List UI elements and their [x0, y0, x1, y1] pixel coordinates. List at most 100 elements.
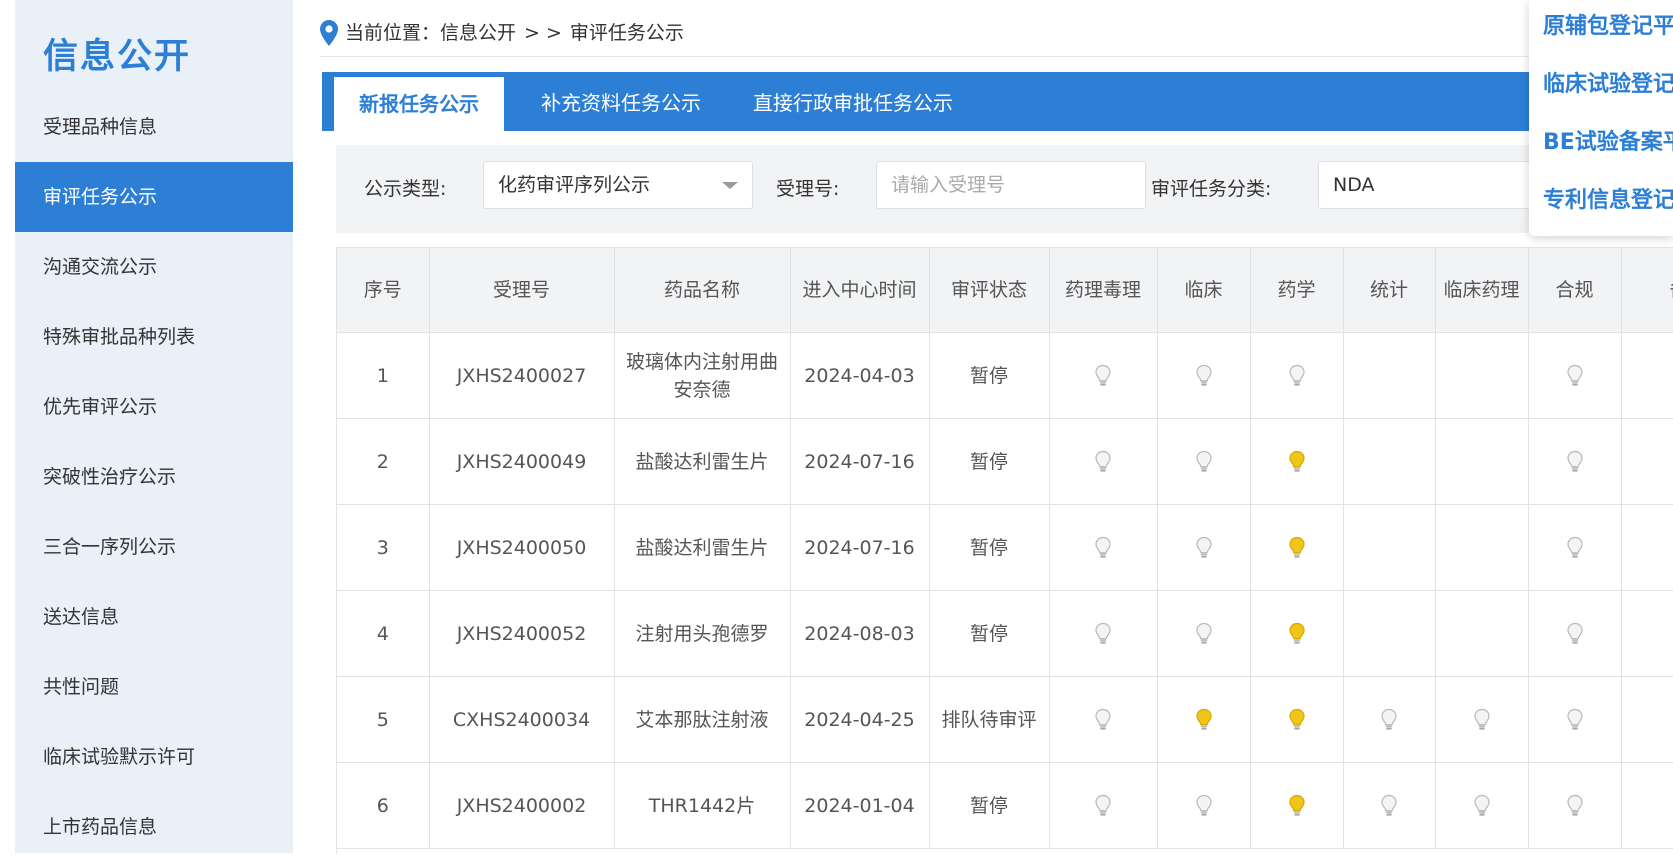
sidebar-item-clinical-trial-permit[interactable]: 临床试验默示许可 — [15, 722, 293, 792]
type-filter-select[interactable]: 化药审评序列公示 — [483, 161, 753, 209]
location-pin-icon — [320, 20, 338, 46]
sidebar-item-delivery-info[interactable]: 送达信息 — [15, 582, 293, 652]
cell-review-indicator — [1343, 676, 1436, 763]
cell-review-indicator — [1049, 590, 1158, 677]
sidebar-item-common-issues[interactable]: 共性问题 — [15, 652, 293, 722]
cell-accept-no: JXHS2400049 — [429, 418, 615, 505]
tab-direct-admin-approval[interactable]: 直接行政审批任务公示 — [738, 72, 968, 131]
cell-accept-no: CXHS2400034 — [429, 676, 615, 763]
sidebar-item-communication[interactable]: 沟通交流公示 — [15, 232, 293, 302]
cell-review-indicator — [1049, 418, 1158, 505]
cell-review-indicator — [1528, 762, 1622, 849]
cell-drug-name: 盐酸达利雷生片 — [614, 418, 791, 505]
cell-status: 暂停 — [929, 332, 1050, 419]
table-row: 1 JXHS2400027 玻璃体内注射用曲安奈德 2024-04-03 暂停 — [337, 332, 1673, 419]
col-header-statistics: 统计 — [1343, 248, 1436, 333]
col-header-accept-no: 受理号 — [429, 248, 615, 333]
breadcrumb-separator: > > — [524, 22, 562, 44]
cell-entry-time: 2024-08-03 — [790, 590, 930, 677]
col-header-pharm-tox: 药理毒理 — [1049, 248, 1158, 333]
breadcrumb-section[interactable]: 信息公开 — [440, 18, 516, 48]
lightbulb-off-icon — [1095, 794, 1111, 816]
table-row: 2 JXHS2400049 盐酸达利雷生片 2024-07-16 暂停 — [337, 418, 1673, 505]
cell-review-indicator — [1435, 332, 1529, 419]
cell-review-indicator — [1435, 590, 1529, 677]
lightbulb-off-icon — [1095, 364, 1111, 386]
lightbulb-off-icon — [1195, 364, 1212, 386]
cell-drug-name: THR1442片 — [614, 762, 791, 849]
table-header-row: 序号 受理号 药品名称 进入中心时间 审评状态 药理毒理 临床 药学 统计 临床… — [337, 248, 1673, 333]
cell-entry-time: 2024-07-16 — [790, 504, 930, 591]
chevron-down-icon — [722, 182, 738, 189]
quick-link-patent-registration[interactable]: 专利信息登记 — [1543, 182, 1673, 214]
accept-no-input[interactable]: 请输入受理号 — [876, 161, 1146, 209]
cell-review-indicator — [1157, 762, 1251, 849]
cell-review-indicator — [1250, 676, 1344, 763]
cell-entry-time: 2024-04-25 — [790, 676, 930, 763]
tab-new-filing[interactable]: 新报任务公示 — [334, 77, 504, 131]
category-filter-value: NDA — [1333, 174, 1375, 196]
cell-review-indicator — [1157, 676, 1251, 763]
cell-entry-time: 2024-01-04 — [790, 762, 930, 849]
cell-remarks — [1621, 332, 1673, 419]
sidebar-item-review-tasks[interactable]: 审评任务公示 — [15, 162, 293, 232]
lightbulb-off-icon — [1288, 364, 1305, 386]
sidebar-item-accepted-varieties[interactable]: 受理品种信息 — [15, 92, 293, 162]
lightbulb-off-icon — [1566, 450, 1583, 472]
col-header-clinical-pharm: 临床药理 — [1435, 248, 1529, 333]
accept-no-label: 受理号: — [776, 178, 840, 200]
lightbulb-off-icon — [1095, 708, 1111, 730]
cell-status: 排队待审评 — [929, 676, 1050, 763]
type-filter-value: 化药审评序列公示 — [498, 174, 651, 196]
lightbulb-on-icon — [1195, 708, 1212, 730]
cell-remarks — [1621, 676, 1673, 763]
lightbulb-off-icon — [1566, 794, 1583, 816]
lightbulb-off-icon — [1566, 708, 1583, 730]
col-header-no: 序号 — [337, 248, 430, 333]
cell-accept-no: JXHS2400052 — [429, 590, 615, 677]
cell-accept-no: JXHS2400002 — [429, 762, 615, 849]
table-row: 4 JXHS2400052 注射用头孢德罗 2024-08-03 暂停 — [337, 590, 1673, 677]
cell-review-indicator — [1157, 504, 1251, 591]
cell-review-indicator — [1528, 590, 1622, 677]
lightbulb-on-icon — [1288, 794, 1305, 816]
cell-entry-time: 2024-04-03 — [790, 332, 930, 419]
breadcrumb-prefix: 当前位置： — [345, 22, 441, 44]
cell-review-indicator — [1343, 504, 1436, 591]
tab-supplementary[interactable]: 补充资料任务公示 — [518, 72, 724, 131]
type-filter-label: 公示类型: — [364, 178, 447, 200]
cell-review-indicator — [1049, 504, 1158, 591]
lightbulb-off-icon — [1381, 708, 1397, 730]
cell-review-indicator — [1250, 504, 1344, 591]
tab-bar: 新报任务公示 补充资料任务公示 直接行政审批任务公示 — [322, 72, 1673, 131]
cell-no: 2 — [337, 418, 430, 505]
cell-remarks — [1621, 418, 1673, 505]
sidebar-item-priority-review[interactable]: 优先审评公示 — [15, 372, 293, 442]
cell-review-indicator — [1343, 762, 1436, 849]
sidebar-item-special-approval[interactable]: 特殊审批品种列表 — [15, 302, 293, 372]
sidebar-title: 信息公开 — [43, 37, 192, 77]
cell-accept-no: JXHS2400050 — [429, 504, 615, 591]
col-header-clinical: 临床 — [1157, 248, 1251, 333]
cell-review-indicator — [1049, 332, 1158, 419]
cell-review-indicator — [1049, 762, 1158, 849]
table-row: 6 JXHS2400002 THR1442片 2024-01-04 暂停 — [337, 762, 1673, 849]
breadcrumb-current: 审评任务公示 — [569, 22, 684, 44]
cell-review-indicator — [1435, 504, 1529, 591]
cell-review-indicator — [1528, 332, 1622, 419]
category-filter-select[interactable]: NDA — [1318, 161, 1558, 209]
sidebar-item-three-in-one[interactable]: 三合一序列公示 — [15, 512, 293, 582]
quick-link-clinical-trial-registration[interactable]: 临床试验登记 — [1543, 66, 1673, 98]
quick-link-be-filing[interactable]: BE试验备案平 — [1543, 124, 1673, 156]
quick-link-excipient-registration[interactable]: 原辅包登记平 — [1543, 8, 1673, 40]
cell-review-indicator — [1250, 590, 1344, 677]
cell-drug-name: 注射用头孢德罗 — [614, 590, 791, 677]
lightbulb-off-icon — [1195, 536, 1212, 558]
cell-review-indicator — [1250, 332, 1344, 419]
lightbulb-off-icon — [1566, 364, 1583, 386]
sidebar-item-breakthrough-therapy[interactable]: 突破性治疗公示 — [15, 442, 293, 512]
cell-review-indicator — [1528, 504, 1622, 591]
cell-drug-name: 艾本那肽注射液 — [614, 676, 791, 763]
sidebar-item-marketed-drugs[interactable]: 上市药品信息 — [15, 792, 293, 862]
cell-review-indicator — [1343, 332, 1436, 419]
